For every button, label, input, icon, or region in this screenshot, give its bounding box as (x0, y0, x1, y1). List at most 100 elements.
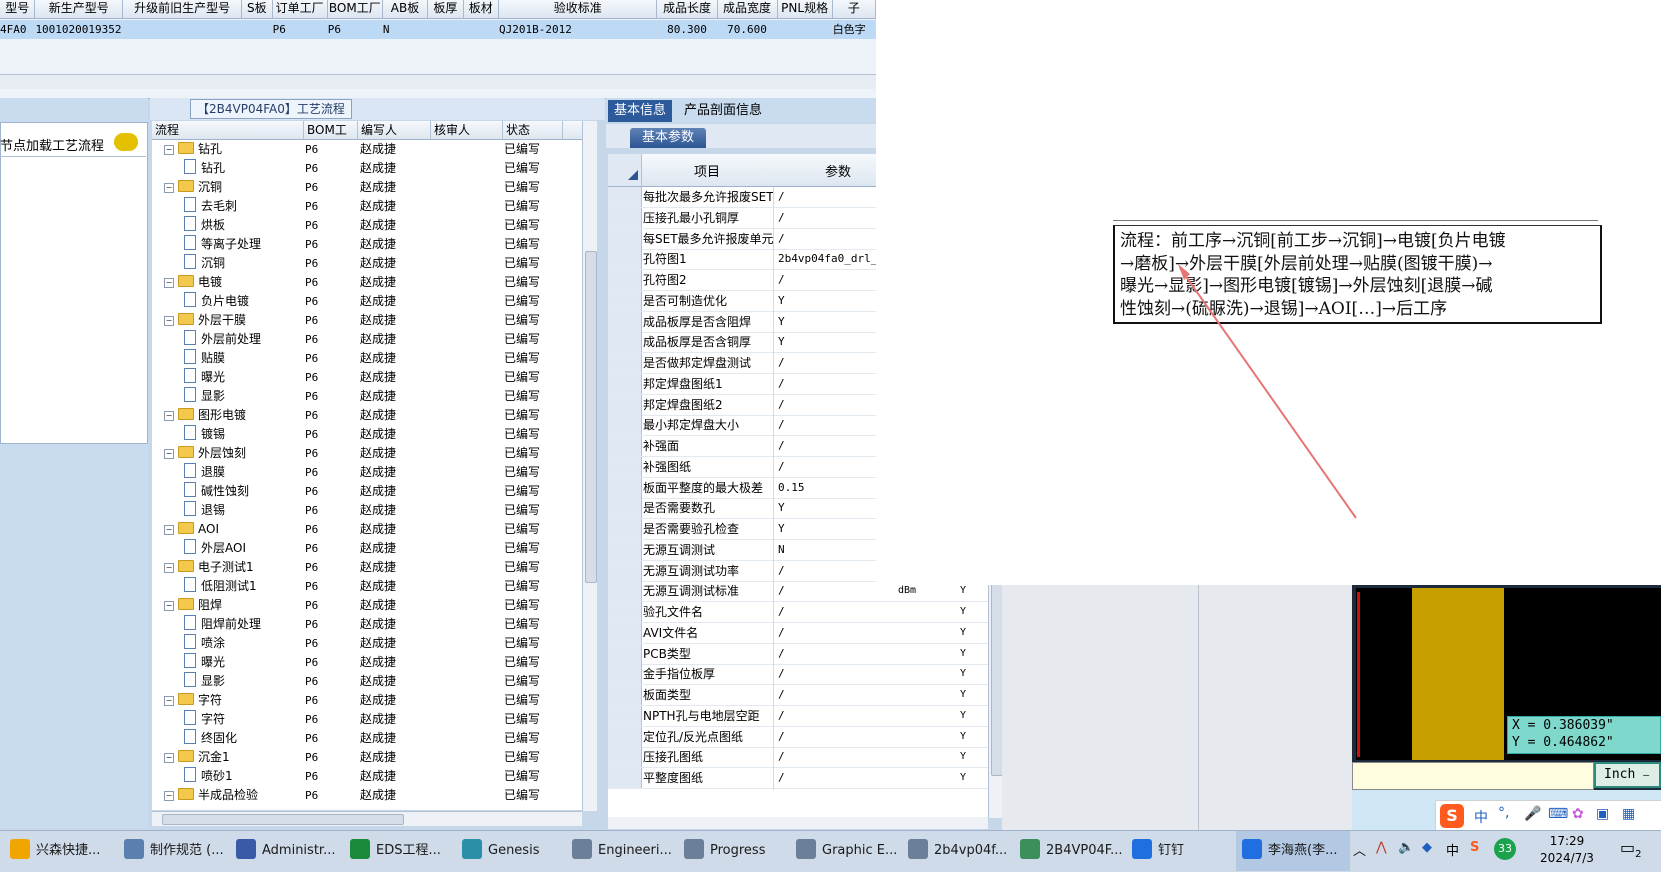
tab-product-profile[interactable]: 产品剖面信息 (678, 100, 768, 122)
tree-row[interactable]: − 沉铜 P6 赵成捷 已编写 (152, 178, 582, 197)
tree-row[interactable]: 阻焊前处理 P6 赵成捷 已编写 (152, 615, 582, 634)
param-cell-value[interactable]: / (778, 727, 893, 747)
microphone-icon[interactable]: 🎤 (1524, 806, 1541, 822)
tree-row[interactable]: 终固化 P6 赵成捷 已编写 (152, 729, 582, 748)
param-cell-value[interactable]: / (778, 644, 893, 664)
top-col-header[interactable]: S板 (242, 0, 273, 18)
tree-row[interactable]: − 字符 P6 赵成捷 已编写 (152, 691, 582, 710)
tree-row[interactable]: 镀锡 P6 赵成捷 已编写 (152, 425, 582, 444)
row-selector[interactable] (608, 622, 642, 643)
row-selector[interactable] (608, 602, 642, 622)
ime-mode[interactable]: 中 (1474, 807, 1488, 827)
sogou-ime-icon[interactable]: S (1440, 804, 1464, 828)
volume-icon[interactable]: 🔈 (1398, 840, 1414, 855)
param-cell-value[interactable]: / (778, 602, 893, 622)
subtab-basic-params[interactable]: 基本参数 (630, 128, 707, 148)
viewer-command-input[interactable] (1352, 762, 1594, 790)
top-col-header[interactable]: 新生产型号 (35, 0, 124, 18)
tree-row[interactable]: − 外层蚀刻 P6 赵成捷 已编写 (152, 444, 582, 463)
tree-row[interactable]: − 图形电镀 P6 赵成捷 已编写 (152, 406, 582, 425)
process-tree[interactable]: − 钻孔 P6 赵成捷 已编写 钻孔 P6 赵成捷 已编写 − 沉铜 P6 赵成捷 已编写 去毛刺 P6 赵成捷… (152, 140, 582, 810)
tree-row[interactable]: 退膜 P6 赵成捷 已编写 (152, 463, 582, 482)
expand-toggle-icon[interactable]: − (164, 411, 174, 421)
expand-toggle-icon[interactable]: − (164, 449, 174, 459)
row-selector[interactable] (608, 270, 642, 290)
row-selector[interactable] (608, 726, 642, 747)
row-selector-corner[interactable] (608, 154, 642, 186)
col-bom-factory[interactable]: BOM工厂 (304, 121, 358, 155)
top-grid-selected-row[interactable]: 4FA0 10010200193528 P6 P6 N QJ201B-2012 80.300… (0, 20, 876, 39)
param-row[interactable]: AVI文件名 / Y (608, 622, 988, 645)
row-selector[interactable] (608, 187, 642, 207)
tree-row[interactable]: 外层AOI P6 赵成捷 已编写 (152, 539, 582, 558)
top-col-header[interactable]: BOM工厂 (328, 0, 383, 18)
param-cell-value[interactable]: / (778, 706, 893, 726)
tray-sogou-icon[interactable]: S (1470, 840, 1479, 855)
tree-row[interactable]: 显影 P6 赵成捷 已编写 (152, 387, 582, 406)
param-row[interactable]: 金手指位板厚 / Y (608, 664, 988, 687)
expand-toggle-icon[interactable]: − (164, 316, 174, 326)
param-cell-value[interactable]: / (778, 664, 893, 684)
row-selector[interactable] (608, 415, 642, 436)
col-author[interactable]: 编写人 (358, 121, 431, 139)
row-selector[interactable] (608, 560, 642, 581)
tree-row[interactable]: − 钻孔 P6 赵成捷 已编写 (152, 140, 582, 159)
row-selector[interactable] (608, 705, 642, 726)
tree-row[interactable]: − 半成品检验 P6 赵成捷 已编写 (152, 786, 582, 805)
row-selector[interactable] (608, 207, 642, 228)
tree-row[interactable]: 等离子处理 P6 赵成捷 已编写 (152, 235, 582, 254)
tree-row[interactable]: 烘板 P6 赵成捷 已编写 (152, 216, 582, 235)
tree-row[interactable]: 去毛刺 P6 赵成捷 已编写 (152, 197, 582, 216)
row-selector[interactable] (608, 353, 642, 373)
top-col-header[interactable]: 订单工厂 (273, 0, 328, 18)
tree-row[interactable]: 负片电镀 P6 赵成捷 已编写 (152, 292, 582, 311)
tree-vscrollbar[interactable] (582, 121, 597, 811)
tree-row[interactable]: 沉铜 P6 赵成捷 已编写 (152, 254, 582, 273)
row-selector[interactable] (608, 685, 642, 705)
tree-row[interactable]: − 阻焊 P6 赵成捷 已编写 (152, 596, 582, 615)
ime-toolbar[interactable]: S 中 °, 🎤 ⌨ ✿ ▣ ▦ (1435, 800, 1661, 832)
clock[interactable]: 17:29 2024/7/3 (1532, 833, 1602, 869)
top-col-header[interactable]: 成品长度 (657, 0, 718, 18)
tray-dingtalk-icon[interactable]: ◆ (1422, 840, 1432, 855)
punct-icon[interactable]: °, (1498, 805, 1509, 821)
taskbar-item[interactable]: EDS工程... (350, 834, 441, 868)
param-row[interactable]: 压接孔图纸 / Y (608, 747, 988, 770)
row-selector[interactable] (608, 290, 642, 311)
col-item[interactable]: 项目 (642, 161, 772, 180)
taskbar-item[interactable]: Engineeri... (572, 834, 672, 868)
taskbar-item[interactable]: 2B4VP04F... (1020, 834, 1123, 868)
row-selector[interactable] (608, 498, 642, 519)
top-col-header[interactable]: 板材 (464, 0, 500, 18)
param-cell-value[interactable]: / (778, 768, 893, 788)
param-hscrollbar[interactable] (608, 817, 988, 829)
tree-vscroll-thumb[interactable] (585, 251, 597, 583)
row-selector[interactable] (608, 477, 642, 498)
row-selector[interactable] (608, 519, 642, 539)
col-flow[interactable]: 流程 (152, 121, 304, 139)
param-cell-value[interactable]: / (778, 685, 893, 705)
tree-row[interactable]: 显影 P6 赵成捷 已编写 (152, 672, 582, 691)
tree-hscroll-thumb[interactable] (162, 814, 404, 825)
tree-hscrollbar[interactable] (152, 811, 582, 826)
taskbar-item[interactable]: Graphic E... (796, 834, 897, 868)
tree-row[interactable]: 贴膜 P6 赵成捷 已编写 (152, 349, 582, 368)
col-reviewer[interactable]: 核审人 (431, 121, 503, 139)
row-selector[interactable] (608, 228, 642, 249)
row-selector[interactable] (608, 539, 642, 560)
param-cell-value[interactable]: / (778, 747, 893, 767)
top-col-header[interactable]: PNL规格 (778, 0, 833, 18)
grid-icon[interactable]: ▦ (1622, 806, 1635, 822)
toolbox-icon[interactable]: ▣ (1596, 806, 1609, 822)
taskbar-item[interactable]: 钉钉 (1132, 834, 1184, 868)
tray-language[interactable]: 中 (1446, 840, 1459, 859)
tree-row[interactable]: 字符 P6 赵成捷 已编写 (152, 710, 582, 729)
row-selector[interactable] (608, 249, 642, 270)
row-selector[interactable] (608, 332, 642, 353)
row-selector[interactable] (608, 394, 642, 415)
expand-toggle-icon[interactable]: − (164, 278, 174, 288)
taskbar-item[interactable]: 李海燕(李... (1242, 834, 1337, 868)
top-col-header[interactable]: 验收标准 (499, 0, 658, 18)
notification-icon[interactable]: ▭2 (1620, 838, 1642, 860)
chat-bubble-icon[interactable] (114, 133, 138, 151)
